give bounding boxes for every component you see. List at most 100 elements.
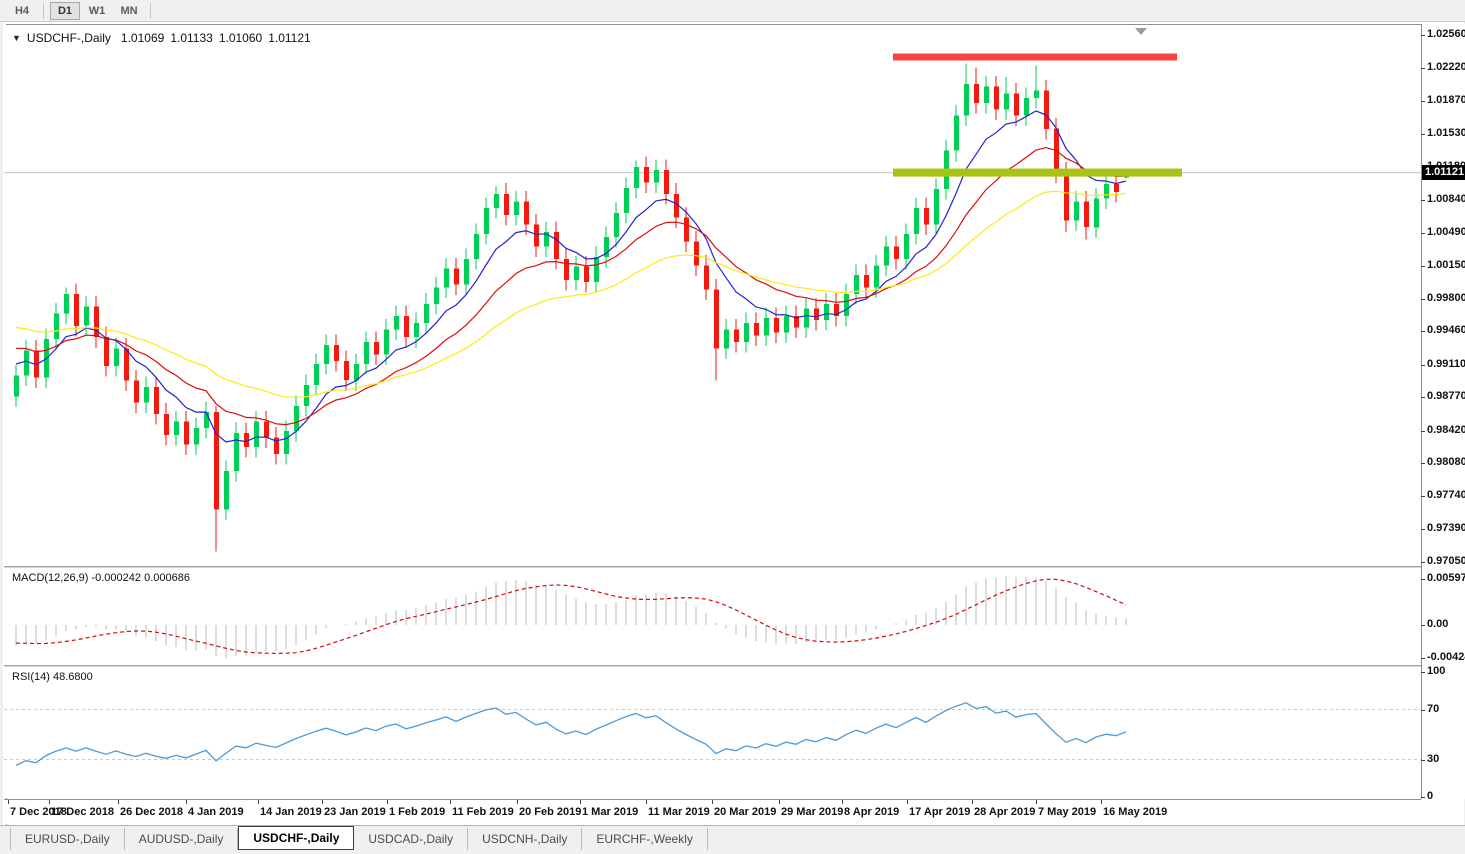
price-axis-label: 1.01530 [1427, 127, 1465, 139]
price-axis-label: 1.02560 [1427, 28, 1465, 40]
rsi-axis-label: 70 [1427, 703, 1440, 715]
rsi-axis-label: 0 [1427, 790, 1434, 802]
price-axis-tick [1421, 365, 1425, 366]
chart-tab-usdcnhdaily[interactable]: USDCNH-,Daily [468, 828, 583, 850]
price-axis-tick [1421, 463, 1425, 464]
date-axis-tick [580, 800, 581, 804]
price-axis-tick [1421, 35, 1425, 36]
rsi-axis-label: 30 [1427, 753, 1440, 765]
date-axis-tick [779, 800, 780, 804]
price-axis-label: 1.00150 [1427, 259, 1465, 271]
toolbar-separator [150, 2, 151, 19]
date-axis-label: 7 May 2019 [1038, 806, 1097, 818]
date-axis-tick [450, 800, 451, 804]
current-price-box: 1.01121 [1422, 165, 1465, 180]
date-axis[interactable]: 7 Dec 2018 17 Dec 2018 26 Dec 2018 4 Jan 20… [4, 799, 1421, 824]
price-chart[interactable] [4, 25, 1421, 566]
timeframe-button-mn[interactable]: MN [114, 2, 144, 20]
date-axis-label: 28 Apr 2019 [974, 806, 1036, 818]
price-axis-label: 0.98770 [1427, 390, 1465, 402]
chart-tab-audusddaily[interactable]: AUDUSD-,Daily [125, 828, 239, 850]
price-axis-label: 0.97050 [1427, 555, 1465, 567]
price-axis-tick [1421, 134, 1425, 135]
macd-axis-tick [1421, 625, 1425, 626]
date-axis-tick [49, 800, 50, 804]
macd-label: MACD(12,26,9) -0.000242 0.000686 [10, 572, 192, 584]
ohlc-low: 1.01060 [218, 31, 263, 45]
date-axis-tick [1036, 800, 1037, 804]
macd-axis-label: -0.004243 [1427, 651, 1465, 663]
price-axis-label: 0.97740 [1427, 489, 1465, 501]
chart-tab-usdcaddaily[interactable]: USDCAD-,Daily [354, 828, 469, 850]
price-axis-label: 0.98080 [1427, 456, 1465, 468]
date-axis-label: 11 Feb 2019 [452, 806, 514, 818]
price-axis-tick [1421, 266, 1425, 267]
macd-axis-label: 0.00597 [1427, 572, 1465, 584]
timeframe-button-d1[interactable]: D1 [50, 1, 80, 20]
price-axis-label: 0.99800 [1427, 292, 1465, 304]
date-axis-tick [1101, 800, 1102, 804]
price-axis-label: 0.99460 [1427, 324, 1465, 336]
date-axis-tick [517, 800, 518, 804]
rsi-axis-tick [1421, 672, 1425, 673]
macd-signal-line [15, 578, 1127, 655]
macd-histogram [15, 576, 1127, 658]
resistance-line[interactable] [893, 53, 1177, 61]
date-axis-tick [842, 800, 843, 804]
price-axis-tick [1421, 431, 1425, 432]
ohlc-high: 1.01133 [170, 31, 213, 45]
price-axis-label: 1.01870 [1427, 94, 1465, 106]
chart-tabbar: EURUSD-,Daily AUDUSD-,Daily USDCHF-,Daily U… [0, 825, 1465, 850]
date-axis-label: 17 Dec 2018 [51, 806, 114, 818]
rsi-indicator-pane[interactable] [4, 667, 1421, 798]
ohlc-open: 1.01069 [120, 31, 165, 45]
date-axis-label: 17 Apr 2019 [909, 806, 971, 818]
chart-tab-eurchfweekly[interactable]: EURCHF-,Weekly [582, 828, 708, 850]
date-axis-label: 29 Mar 2019 [781, 806, 844, 818]
chart-tab-usdchfdaily[interactable]: USDCHF-,Daily [238, 826, 355, 850]
price-axis-tick [1421, 233, 1425, 234]
date-axis-tick [322, 800, 323, 804]
support-line[interactable] [893, 168, 1182, 177]
date-axis-tick [387, 800, 388, 804]
date-axis-label: 20 Feb 2019 [519, 806, 582, 818]
price-axis[interactable] [1421, 24, 1465, 799]
date-axis-label: 4 Jan 2019 [188, 806, 244, 818]
candles-layer [14, 63, 1129, 552]
date-axis-label: 16 May 2019 [1103, 806, 1168, 818]
ma-fast-line [15, 110, 1127, 443]
price-axis-tick [1421, 68, 1425, 69]
chart-symbol-label: USDCHF-,Daily [26, 31, 111, 45]
timeframe-button-h4[interactable]: H4 [7, 2, 37, 20]
date-axis-label: 8 Apr 2019 [844, 806, 900, 818]
ohlc-close: 1.01121 [268, 31, 311, 45]
chart-dropdown-icon[interactable]: ▼ [12, 33, 21, 43]
price-axis-label: 0.97390 [1427, 522, 1465, 534]
price-axis-tick [1421, 200, 1425, 201]
date-axis-tick [646, 800, 647, 804]
price-axis-tick [1421, 299, 1425, 300]
timeframe-toolbar: H4 D1 W1 MN [0, 0, 1465, 22]
chart-shift-marker[interactable] [1135, 28, 1147, 35]
rsi-line [15, 702, 1127, 766]
timeframe-button-w1[interactable]: W1 [82, 2, 112, 20]
date-axis-label: 23 Jan 2019 [324, 806, 386, 818]
price-axis-tick [1421, 331, 1425, 332]
date-axis-tick [118, 800, 119, 804]
date-axis-tick [258, 800, 259, 804]
date-axis-tick [186, 800, 187, 804]
price-axis-tick [1421, 562, 1425, 563]
date-axis-label: 20 Mar 2019 [714, 806, 777, 818]
date-axis-tick [8, 800, 9, 804]
chart-title: ▼ USDCHF-,Daily 1.01069 1.01133 1.01060 … [12, 31, 317, 45]
rsi-axis-tick [1421, 760, 1425, 761]
chart-tab-eurusddaily[interactable]: EURUSD-,Daily [10, 828, 125, 850]
price-axis-tick [1421, 397, 1425, 398]
rsi-label: RSI(14) 48.6800 [10, 671, 95, 683]
macd-indicator-pane[interactable] [4, 568, 1421, 665]
price-axis-tick [1421, 101, 1425, 102]
macd-axis-tick [1421, 579, 1425, 580]
bottom-strip [0, 850, 1465, 854]
price-axis-label: 0.98420 [1427, 424, 1465, 436]
macd-axis-tick [1421, 658, 1425, 659]
